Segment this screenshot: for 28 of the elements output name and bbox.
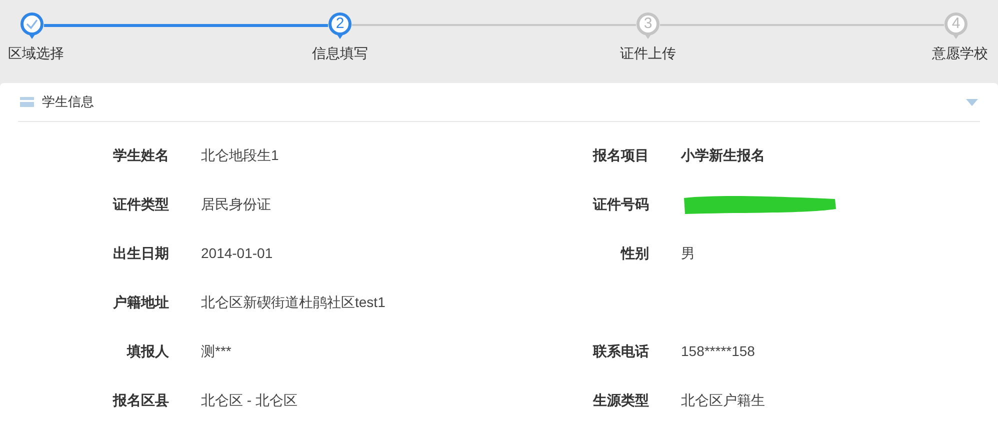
field-label: 出生日期 (112, 244, 169, 263)
field-label: 证件号码 (592, 195, 649, 214)
field-value: 北仑区 - 北仑区 (200, 391, 298, 410)
collapse-toggle-icon[interactable] (966, 98, 978, 106)
field-label: 学生姓名 (112, 146, 169, 165)
field-value: 2014-01-01 (200, 244, 274, 263)
field-value: 北仑区户籍生 (680, 391, 766, 410)
field-label: 报名项目 (592, 146, 649, 165)
field-value: 男 (680, 244, 696, 263)
field-label: 报名区县 (112, 391, 169, 410)
field-label: 证件类型 (112, 195, 169, 214)
field-value: 居民身份证 (200, 195, 272, 214)
field-label: 生源类型 (592, 391, 649, 410)
panel-title: 学生信息 (42, 93, 94, 112)
field-value: 北仑区新碶街道杜鹃社区test1 (200, 293, 386, 312)
field-value: 158*****158 (680, 342, 756, 361)
step-label: 证件上传 (620, 44, 676, 63)
step-label: 信息填写 (312, 44, 368, 63)
field-label: 户籍地址 (112, 293, 169, 312)
field-value: 北仑地段生1 (200, 146, 280, 165)
step-label: 区域选择 (8, 44, 64, 63)
field-label: 性别 (619, 244, 649, 263)
field-label: 填报人 (126, 342, 169, 361)
card-icon (20, 97, 34, 107)
field-value: 小学新生报名 (680, 146, 766, 165)
step-label: 意愿学校 (932, 44, 988, 63)
field-value: 测*** (200, 342, 232, 361)
field-label: 联系电话 (592, 342, 649, 361)
